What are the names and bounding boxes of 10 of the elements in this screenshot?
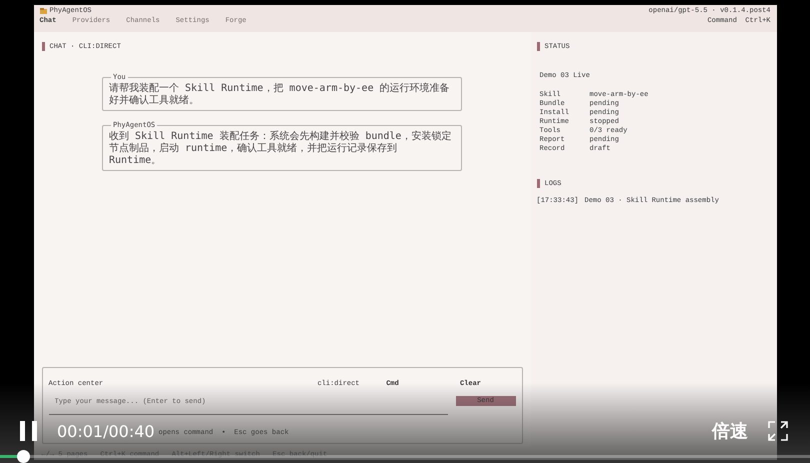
section-marker: [536, 42, 540, 51]
message-text: 收到 Skill Runtime 装配任务：系统会先构建并校验 bundle，安装锁定节点制品，启动 runtime，确认工具就绪，并把运行记录保存到 Runtime。: [109, 131, 452, 166]
message-text: 请帮我装配一个 Skill Runtime，把 move-arm-by-ee 的运行环境准备好并确认工具就绪。: [109, 83, 450, 106]
section-marker: [42, 42, 44, 51]
pause-icon[interactable]: [20, 421, 37, 441]
progress-thumb[interactable]: [17, 450, 30, 463]
speed-button[interactable]: 倍速: [712, 419, 748, 443]
playback-time: 00:01/00:40: [57, 422, 155, 440]
fullscreen-icon[interactable]: [768, 421, 788, 441]
section-marker: [536, 179, 540, 188]
